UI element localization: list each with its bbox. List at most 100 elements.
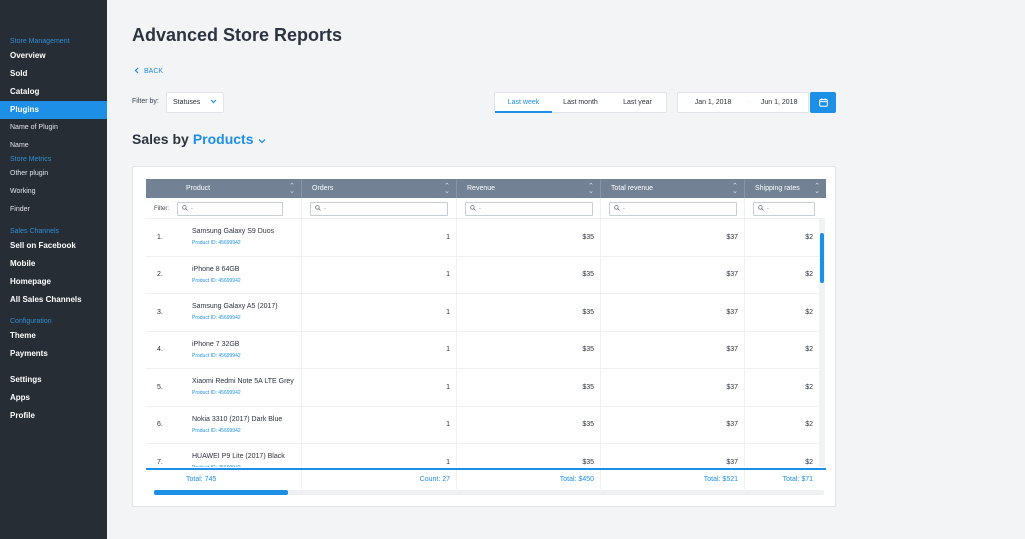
sidebar: Store Management Overview Sold Catalog P…	[0, 0, 107, 539]
filter-cell-orders: -	[301, 198, 456, 219]
revenue-cell: $35	[456, 294, 600, 331]
product-cell: Samsung Galaxy S9 Duos Product ID: 45699…	[176, 219, 301, 256]
calendar-icon	[818, 94, 828, 112]
filter-placeholder: -	[623, 205, 625, 212]
filter-input-shipping-rates[interactable]: -	[753, 201, 815, 216]
filter-input-orders[interactable]: -	[310, 201, 448, 216]
sort-icon[interactable]: ⌃ ⌄	[289, 183, 295, 195]
product-name: Nokia 3310 (2017) Dark Blue	[192, 415, 283, 423]
vertical-scrollbar-thumb[interactable]	[820, 233, 824, 283]
sidebar-subitem-other-plugin[interactable]: Other plugin	[0, 165, 107, 183]
column-header-total-revenue[interactable]: Total revenue ⌃ ⌄	[600, 179, 744, 198]
table-row[interactable]: 4. iPhone 7 32GB Product ID: 45699942 1 …	[146, 331, 819, 369]
column-label: Revenue	[467, 185, 496, 192]
date-from[interactable]: Jan 1, 2018	[678, 99, 748, 106]
sidebar-item-theme[interactable]: Theme	[0, 327, 107, 345]
orders-cell: 1	[301, 444, 456, 467]
sidebar-subitem-finder[interactable]: Finder	[0, 201, 107, 219]
calendar-button[interactable]	[810, 92, 836, 113]
page-title: Advanced Store Reports	[132, 25, 343, 45]
sidebar-item-mobile[interactable]: Mobile	[0, 255, 107, 273]
sidebar-subitem-name-of-plugin[interactable]: Name of Plugin	[0, 119, 107, 137]
section-title: Sales by Products	[132, 131, 266, 147]
sidebar-item-profile[interactable]: Profile	[0, 407, 107, 425]
period-last-year[interactable]: Last year	[609, 93, 666, 112]
filter-cell-revenue: -	[456, 198, 600, 219]
product-id: Product ID: 45699942	[192, 390, 241, 397]
period-last-week[interactable]: Last week	[495, 93, 552, 113]
table-row[interactable]: 7. HUAWEI P9 Lite (2017) Black Product I…	[146, 444, 819, 467]
product-cell: Xiaomi Redmi Note 5A LTE Grey Product ID…	[176, 369, 301, 406]
sort-icon[interactable]: ⌃ ⌄	[732, 183, 738, 195]
table-row[interactable]: 2. iPhone 8 64GB Product ID: 45699942 1 …	[146, 256, 819, 294]
filter-input-total-revenue[interactable]: -	[609, 201, 737, 216]
total-revenue-cell: $37	[600, 331, 744, 368]
filter-placeholder: -	[324, 205, 326, 212]
product-name: Xiaomi Redmi Note 5A LTE Grey	[192, 378, 294, 386]
sidebar-item-plugins[interactable]: Plugins	[0, 101, 107, 119]
shipping-cell: $2	[744, 256, 819, 293]
shipping-cell: $2	[744, 219, 819, 256]
sidebar-item-sell-on-facebook[interactable]: Sell on Facebook	[0, 237, 107, 255]
row-index: 6.	[157, 421, 163, 429]
product-id: Product ID: 45699942	[192, 352, 241, 359]
search-icon	[758, 204, 764, 213]
product-id: Product ID: 45699942	[192, 240, 241, 247]
column-header-orders[interactable]: Orders ⌃ ⌄	[301, 179, 456, 198]
footer-orders-count: Count: 27	[301, 470, 456, 489]
date-range[interactable]: Jan 1, 2018 · Jun 1, 2018	[677, 92, 809, 113]
filter-row: Filter: - - - - -	[146, 198, 826, 219]
table-row[interactable]: 5. Xiaomi Redmi Note 5A LTE Grey Product…	[146, 369, 819, 407]
table-row[interactable]: 6. Nokia 3310 (2017) Dark Blue Product I…	[146, 406, 819, 444]
table-row[interactable]: 3. Samsung Galaxy A5 (2017) Product ID: …	[146, 294, 819, 332]
orders-cell: 1	[301, 256, 456, 293]
total-revenue-cell: $37	[600, 219, 744, 256]
report-card: Product ⌃ ⌄ Orders ⌃ ⌄ Revenue ⌃ ⌄ Total re…	[132, 166, 836, 507]
back-link[interactable]: BACK	[134, 67, 163, 76]
product-name: HUAWEI P9 Lite (2017) Black	[192, 453, 285, 461]
sidebar-item-homepage[interactable]: Homepage	[0, 273, 107, 291]
filter-input-revenue[interactable]: -	[465, 201, 593, 216]
horizontal-scrollbar[interactable]	[154, 490, 824, 495]
chevron-down-icon[interactable]	[258, 131, 266, 147]
sidebar-item-catalog[interactable]: Catalog	[0, 83, 107, 101]
table-row[interactable]: 1. Samsung Galaxy S9 Duos Product ID: 45…	[146, 219, 819, 257]
revenue-cell: $35	[456, 256, 600, 293]
sort-icon[interactable]: ⌃ ⌄	[588, 183, 594, 195]
revenue-cell: $35	[456, 406, 600, 443]
sidebar-item-payments[interactable]: Payments	[0, 345, 107, 363]
period-last-month[interactable]: Last month	[552, 93, 609, 112]
vertical-scrollbar[interactable]	[819, 219, 825, 467]
date-to[interactable]: Jun 1, 2018	[750, 99, 808, 106]
sidebar-item-apps[interactable]: Apps	[0, 389, 107, 407]
revenue-cell: $35	[456, 331, 600, 368]
sales-table: Product ⌃ ⌄ Orders ⌃ ⌄ Revenue ⌃ ⌄ Total re…	[146, 179, 826, 497]
sidebar-item-overview[interactable]: Overview	[0, 47, 107, 65]
product-name: iPhone 8 64GB	[192, 265, 240, 273]
sidebar-item-settings[interactable]: Settings	[0, 371, 107, 389]
filter-placeholder: -	[479, 205, 481, 212]
sidebar-section-configuration: Configuration	[10, 318, 52, 325]
sidebar-item-sold[interactable]: Sold	[0, 65, 107, 83]
statuses-dropdown[interactable]: Statuses	[166, 92, 224, 113]
column-header-product[interactable]: Product ⌃ ⌄	[146, 179, 301, 198]
filter-by-label: Filter by:	[132, 98, 159, 105]
sidebar-item-all-sales-channels[interactable]: All Sales Channels	[0, 291, 107, 309]
sidebar-subitem-name[interactable]: Name	[0, 137, 107, 155]
sidebar-subitem-working[interactable]: Working	[0, 183, 107, 201]
sort-icon[interactable]: ⌃ ⌄	[814, 183, 820, 195]
sort-icon[interactable]: ⌃ ⌄	[444, 183, 450, 195]
products-dropdown[interactable]: Products	[193, 131, 254, 147]
product-cell: Nokia 3310 (2017) Dark Blue Product ID: …	[176, 407, 301, 444]
filter-input-product[interactable]: -	[177, 201, 283, 216]
horizontal-scrollbar-thumb[interactable]	[154, 490, 288, 495]
shipping-cell: $2	[744, 406, 819, 443]
period-selector: Last week Last month Last year	[494, 92, 667, 113]
search-icon	[470, 204, 476, 213]
column-header-revenue[interactable]: Revenue ⌃ ⌄	[456, 179, 600, 198]
chevron-down-icon	[210, 99, 217, 106]
column-header-shipping-rates[interactable]: Shipping rates ⌃ ⌄	[744, 179, 826, 198]
product-id: Product ID: 45699942	[192, 427, 241, 434]
